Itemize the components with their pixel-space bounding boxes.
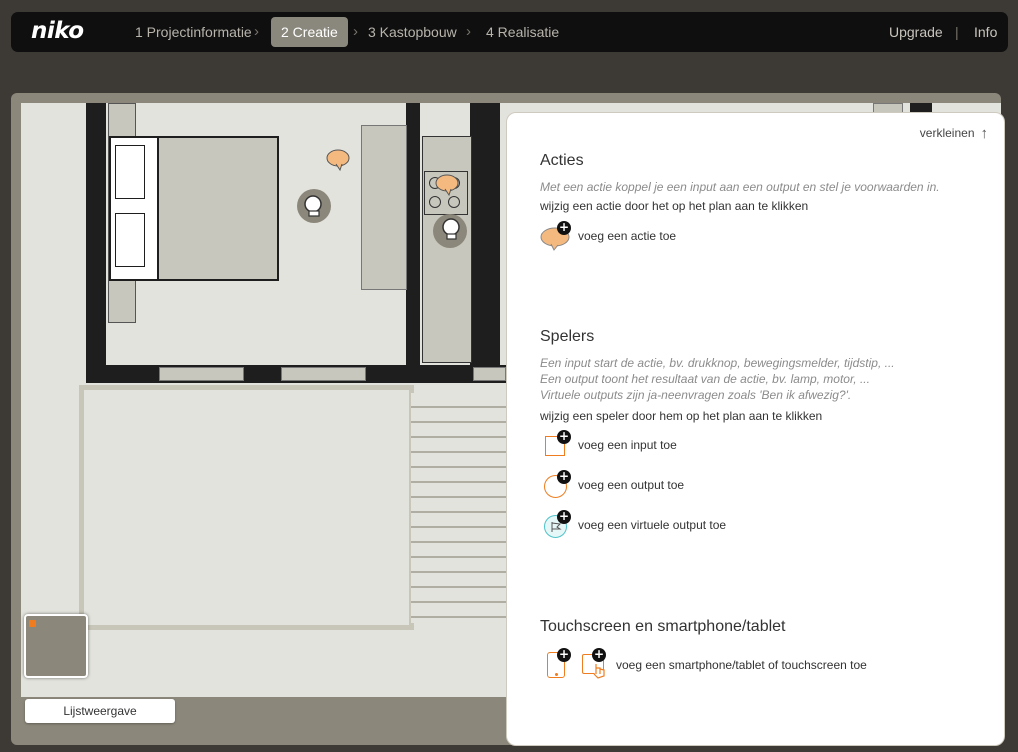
step-realisatie[interactable]: 4 Realisatie bbox=[476, 17, 569, 47]
chevron-right-icon: › bbox=[466, 23, 471, 40]
actions-hint: wijzig een actie door het op het plan aa… bbox=[540, 199, 809, 213]
add-smartphone-label: voeg een smartphone/tablet of touchscree… bbox=[616, 658, 867, 672]
add-input-label: voeg een input toe bbox=[578, 438, 677, 452]
action-bubble-icon[interactable] bbox=[433, 173, 463, 197]
players-hint: wijzig een speler door hem op het plan a… bbox=[540, 409, 823, 423]
add-action-button[interactable]: + voeg een actie toe bbox=[540, 221, 676, 251]
arrow-up-icon: ↑ bbox=[980, 125, 989, 142]
add-output-button[interactable]: + voeg een output toe bbox=[540, 470, 684, 500]
upgrade-link[interactable]: Upgrade bbox=[889, 17, 943, 47]
window bbox=[159, 367, 244, 381]
players-description-virtual: Virtuele outputs zijn ja-neenvragen zoal… bbox=[540, 388, 852, 402]
window bbox=[281, 367, 366, 381]
info-link[interactable]: Info bbox=[974, 17, 997, 47]
add-smartphone-touchscreen-button[interactable]: + + voeg een smartphone/tablet of touchs… bbox=[540, 648, 867, 682]
plus-icon: + bbox=[557, 220, 571, 235]
output-circle-icon: + bbox=[540, 470, 574, 500]
wall bbox=[406, 103, 420, 383]
smartphone-icon: + bbox=[540, 648, 574, 682]
lamp-output-icon[interactable] bbox=[296, 188, 332, 224]
chevron-right-icon: › bbox=[254, 23, 259, 40]
action-bubble-icon: + bbox=[540, 221, 574, 251]
window bbox=[473, 367, 506, 381]
burner-icon bbox=[448, 196, 460, 208]
nav-separator: | bbox=[955, 24, 959, 40]
action-bubble-icon[interactable] bbox=[324, 148, 354, 172]
niko-logo[interactable]: niko bbox=[31, 18, 84, 44]
players-description-output: Een output toont het resultaat van de ac… bbox=[540, 372, 870, 386]
pillow bbox=[115, 145, 145, 199]
creation-side-panel: verkleinen ↑ Acties Met een actie koppel … bbox=[506, 112, 1005, 746]
plus-icon: + bbox=[557, 429, 571, 444]
list-view-button[interactable]: Lijstweergave bbox=[25, 699, 175, 723]
virtual-output-icon: + bbox=[540, 510, 574, 540]
players-description-input: Een input start de actie, bv. drukknop, … bbox=[540, 356, 895, 370]
minimap-marker bbox=[29, 620, 36, 627]
room-living bbox=[79, 385, 414, 630]
burner-icon bbox=[429, 196, 441, 208]
actions-description: Met een actie koppel je een input aan ee… bbox=[540, 180, 940, 194]
collapse-panel-button[interactable]: verkleinen ↑ bbox=[920, 125, 988, 142]
players-title: Spelers bbox=[540, 328, 595, 345]
step-creatie[interactable]: 2 Creatie bbox=[271, 17, 348, 47]
step-kastopbouw[interactable]: 3 Kastopbouw bbox=[358, 17, 467, 47]
plus-icon: + bbox=[592, 647, 606, 662]
add-virtual-output-label: voeg een virtuele output toe bbox=[578, 518, 727, 532]
actions-title: Acties bbox=[540, 152, 584, 169]
plus-icon: + bbox=[557, 647, 571, 662]
lamp-output-icon[interactable] bbox=[432, 213, 468, 249]
plus-icon: + bbox=[557, 469, 571, 484]
plus-icon: + bbox=[557, 509, 571, 524]
touchscreen-title: Touchscreen en smartphone/tablet bbox=[540, 618, 786, 635]
collapse-label: verkleinen bbox=[919, 126, 975, 140]
add-output-label: voeg een output toe bbox=[578, 478, 685, 492]
pillow bbox=[115, 213, 145, 267]
counter bbox=[361, 125, 407, 290]
add-input-button[interactable]: + voeg een input toe bbox=[540, 430, 677, 460]
plan-minimap[interactable] bbox=[24, 614, 88, 678]
top-navigation-bar: niko 1 Projectinformatie › 2 Creatie › 3… bbox=[11, 12, 1008, 52]
wall bbox=[470, 103, 500, 365]
input-square-icon: + bbox=[540, 430, 574, 460]
stairs bbox=[411, 393, 511, 623]
wall bbox=[86, 103, 106, 383]
add-virtual-output-button[interactable]: + voeg een virtuele output toe bbox=[540, 510, 726, 540]
add-action-label: voeg een actie toe bbox=[578, 229, 677, 243]
step-projectinformatie[interactable]: 1 Projectinformatie bbox=[125, 17, 262, 47]
tablet-touch-icon: + bbox=[578, 648, 612, 682]
